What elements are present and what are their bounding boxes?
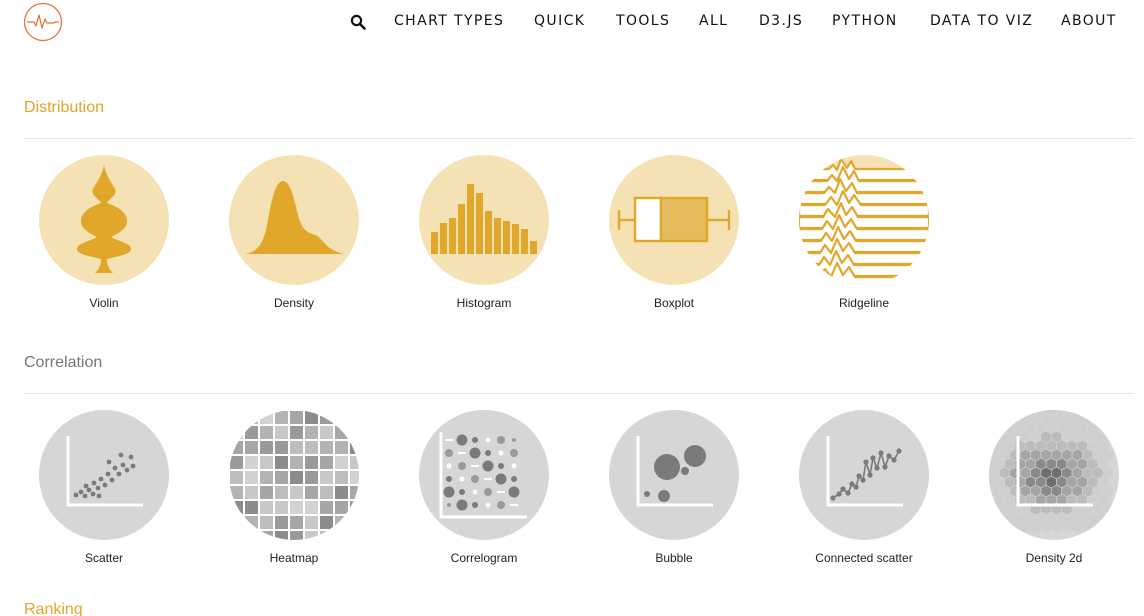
nav-data-to-viz[interactable]: DATA TO VIZ — [930, 13, 1033, 29]
search-icon[interactable] — [350, 14, 366, 30]
nav-all[interactable]: ALL — [699, 13, 728, 29]
nav-d3js[interactable]: D3.JS — [759, 13, 803, 29]
chart-card-violin[interactable]: Violin — [19, 155, 189, 315]
violin-icon — [39, 155, 169, 285]
chart-card-density[interactable]: Density — [209, 155, 379, 315]
connected-scatter-icon — [799, 410, 929, 540]
chart-card-label: Ridgeline — [838, 296, 890, 310]
chart-card-label: Correlogram — [450, 551, 518, 565]
chart-card-label: Scatter — [84, 551, 123, 565]
correlogram-icon — [419, 410, 549, 540]
top-navigation: CHART TYPES QUICK TOOLS ALL D3.JS PYTHON… — [0, 12, 1144, 34]
chart-card-boxplot[interactable]: Boxplot — [589, 155, 759, 315]
chart-card-label: Histogram — [456, 296, 512, 310]
chart-card-density-2d[interactable]: Density 2d — [969, 410, 1139, 570]
chart-card-label: Bubble — [655, 551, 693, 565]
chart-card-label: Density 2d — [1025, 551, 1083, 565]
chart-card-correlogram[interactable]: Correlogram — [399, 410, 569, 570]
nav-about[interactable]: ABOUT — [1061, 13, 1117, 29]
chart-card-ridgeline[interactable]: Ridgeline — [779, 155, 949, 315]
histogram-icon — [419, 155, 549, 285]
section-divider — [24, 393, 1134, 394]
chart-card-label: Violin — [89, 296, 119, 310]
section-title-distribution: Distribution — [24, 99, 105, 116]
section-divider — [24, 138, 1134, 139]
boxplot-icon — [609, 155, 739, 285]
nav-quick[interactable]: QUICK — [534, 13, 585, 29]
nav-python[interactable]: PYTHON — [832, 13, 898, 29]
nav-tools[interactable]: TOOLS — [616, 13, 670, 29]
ridgeline-icon — [799, 155, 929, 285]
section-title-correlation: Correlation — [24, 354, 103, 371]
chart-card-label: Boxplot — [653, 296, 695, 310]
chart-card-histogram[interactable]: Histogram — [399, 155, 569, 315]
chart-card-connected-scatter[interactable]: Connected scatter — [779, 410, 949, 570]
density-2d-icon — [989, 410, 1119, 540]
scatter-icon — [39, 410, 169, 540]
chart-card-bubble[interactable]: Bubble — [589, 410, 759, 570]
chart-card-scatter[interactable]: Scatter — [19, 410, 189, 570]
density-icon — [229, 155, 359, 285]
heatmap-icon — [229, 410, 359, 540]
chart-card-label: Connected scatter — [815, 551, 913, 565]
nav-chart-types[interactable]: CHART TYPES — [394, 13, 504, 29]
chart-card-heatmap[interactable]: Heatmap — [209, 410, 379, 570]
chart-card-label: Density — [273, 296, 314, 310]
bubble-icon — [609, 410, 739, 540]
chart-card-label: Heatmap — [269, 551, 319, 565]
